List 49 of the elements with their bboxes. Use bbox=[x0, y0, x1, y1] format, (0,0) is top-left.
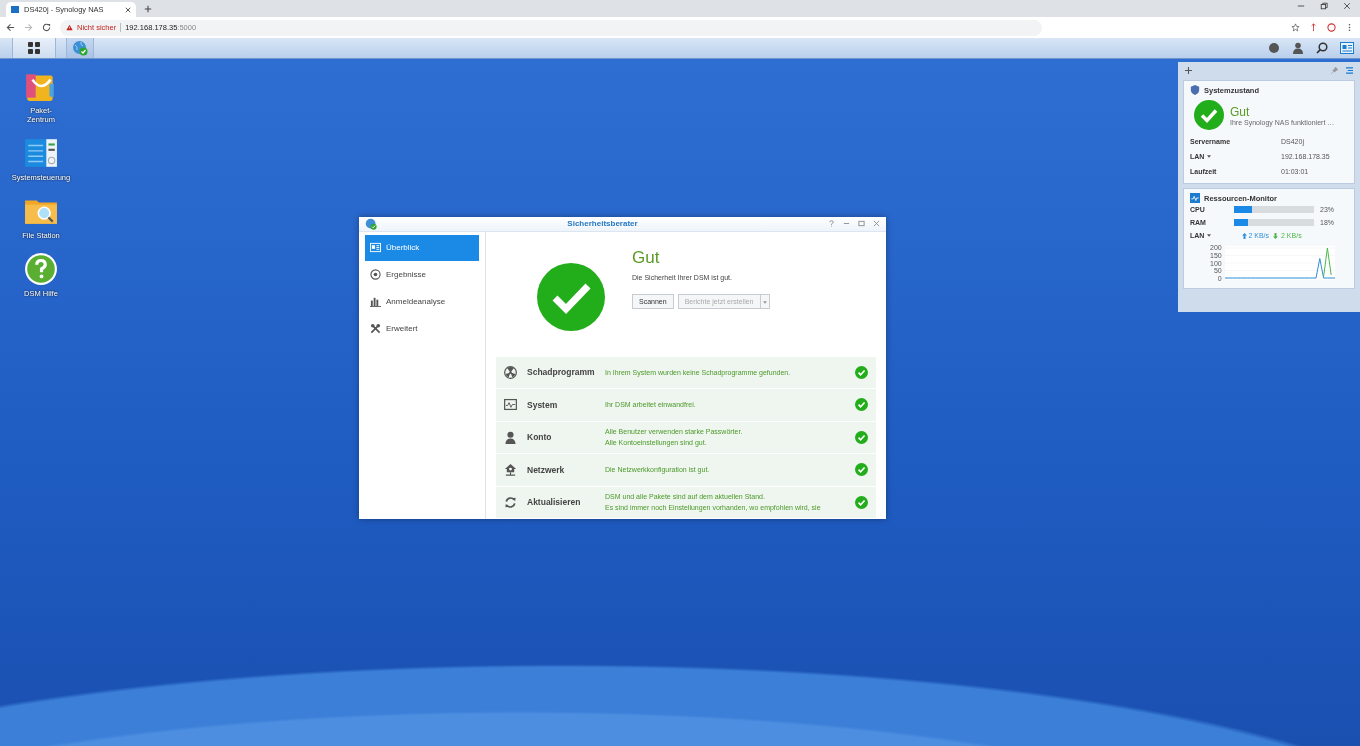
caret-icon bbox=[762, 300, 767, 304]
check-name: Aktualisieren bbox=[527, 497, 582, 508]
close-icon[interactable] bbox=[1343, 2, 1351, 10]
check-name: Netzwerk bbox=[527, 464, 566, 475]
add-icon[interactable] bbox=[1185, 66, 1192, 74]
status-title: Gut bbox=[632, 247, 661, 268]
check-name: System bbox=[527, 399, 559, 410]
globe-check-icon bbox=[365, 217, 377, 230]
sidebar-item[interactable]: Ergebnisse bbox=[365, 261, 479, 288]
target-icon bbox=[370, 269, 381, 280]
help-icon[interactable] bbox=[24, 252, 58, 286]
bar-chart-icon bbox=[370, 296, 381, 307]
control-panel-icon[interactable] bbox=[24, 136, 58, 170]
radiation-icon bbox=[504, 365, 517, 379]
synology-favicon-icon bbox=[11, 6, 19, 13]
app-grid-icon bbox=[28, 42, 40, 54]
sidebar-item[interactable]: Überblick bbox=[365, 234, 479, 261]
reload-icon[interactable] bbox=[42, 23, 51, 32]
shield-icon bbox=[1190, 85, 1200, 95]
house-network-icon bbox=[504, 463, 517, 477]
window-title: Sicherheitsberater bbox=[566, 219, 639, 229]
restore-icon[interactable] bbox=[1320, 2, 1328, 10]
sidebar-item[interactable]: Anmeldeanalyse bbox=[365, 288, 479, 315]
star-icon[interactable] bbox=[1291, 23, 1300, 32]
user-icon bbox=[504, 430, 517, 444]
health-status: Gut bbox=[1230, 104, 1251, 119]
close-icon[interactable] bbox=[125, 6, 131, 13]
user-icon[interactable] bbox=[1292, 42, 1304, 54]
check-name: Schadprogramm bbox=[527, 367, 596, 378]
monitor-pulse-icon bbox=[504, 398, 517, 412]
new-tab-icon[interactable] bbox=[144, 5, 152, 13]
back-icon[interactable] bbox=[6, 23, 15, 32]
warning-icon bbox=[66, 24, 73, 31]
monitor-pulse-icon bbox=[1190, 193, 1200, 203]
collapse-icon[interactable] bbox=[1346, 66, 1353, 74]
search-icon[interactable] bbox=[1316, 42, 1328, 54]
globe-check-icon bbox=[72, 40, 88, 56]
refresh-icon bbox=[504, 495, 517, 509]
upload-arrow-icon bbox=[1242, 232, 1248, 239]
maximize-icon[interactable] bbox=[858, 220, 865, 228]
caret-icon[interactable] bbox=[1207, 155, 1212, 158]
tools-icon bbox=[370, 323, 381, 334]
download-arrow-icon bbox=[1273, 232, 1278, 239]
sidebar-item[interactable]: Erweitert bbox=[365, 315, 479, 342]
caret-icon[interactable] bbox=[1207, 234, 1212, 237]
widgets-icon[interactable] bbox=[1340, 42, 1354, 54]
main-menu-button[interactable] bbox=[12, 38, 56, 58]
id-card-icon bbox=[370, 242, 381, 253]
check-name: Konto bbox=[527, 432, 553, 443]
